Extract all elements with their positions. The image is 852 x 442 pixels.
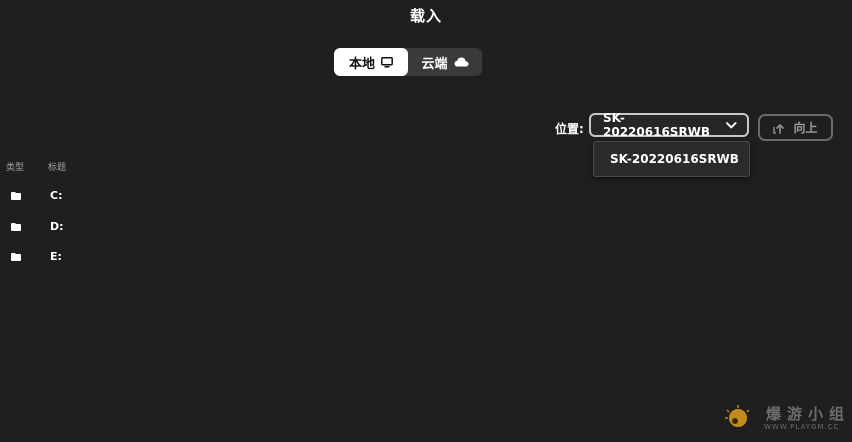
cloud-icon <box>454 57 468 67</box>
folder-icon <box>11 192 21 200</box>
list-item-name: E: <box>50 250 62 263</box>
watermark-url: WWW.PLAYGM.CC <box>764 423 840 431</box>
tab-cloud-label: 云端 <box>421 56 448 72</box>
column-header-type[interactable]: 类型 <box>6 160 24 173</box>
list-item[interactable]: C: <box>0 186 500 206</box>
watermark-text: 爆游小组 <box>766 405 851 423</box>
chevron-down-icon <box>726 121 737 128</box>
location-select[interactable]: SK-20220616SRWB <box>589 111 749 139</box>
tab-local-label: 本地 <box>348 56 375 72</box>
list-item-name: C: <box>50 189 63 202</box>
column-header-title[interactable]: 标题 <box>48 160 66 173</box>
watermark-logo-icon <box>725 405 750 427</box>
tab-local[interactable]: 本地 <box>334 48 408 76</box>
location-dropdown: SK-20220616SRWB <box>593 141 750 177</box>
location-label: 位置: <box>555 122 584 136</box>
source-toggle: 本地 云端 <box>334 48 482 76</box>
location-option[interactable]: SK-20220616SRWB <box>610 152 739 166</box>
monitor-icon <box>381 56 393 67</box>
location-select-value: SK-20220616SRWB <box>603 111 711 139</box>
folder-icon <box>11 253 21 261</box>
up-button-label: 向上 <box>793 121 818 135</box>
page-title: 载入 <box>409 7 442 25</box>
list-item-name: D: <box>50 220 64 233</box>
list-item[interactable]: D: <box>0 217 500 237</box>
tab-cloud[interactable]: 云端 <box>408 48 482 76</box>
upload-arrow-icon <box>773 123 785 134</box>
list-item[interactable]: E: <box>0 247 500 267</box>
up-button[interactable]: 向上 <box>758 114 833 141</box>
folder-icon <box>11 223 21 231</box>
